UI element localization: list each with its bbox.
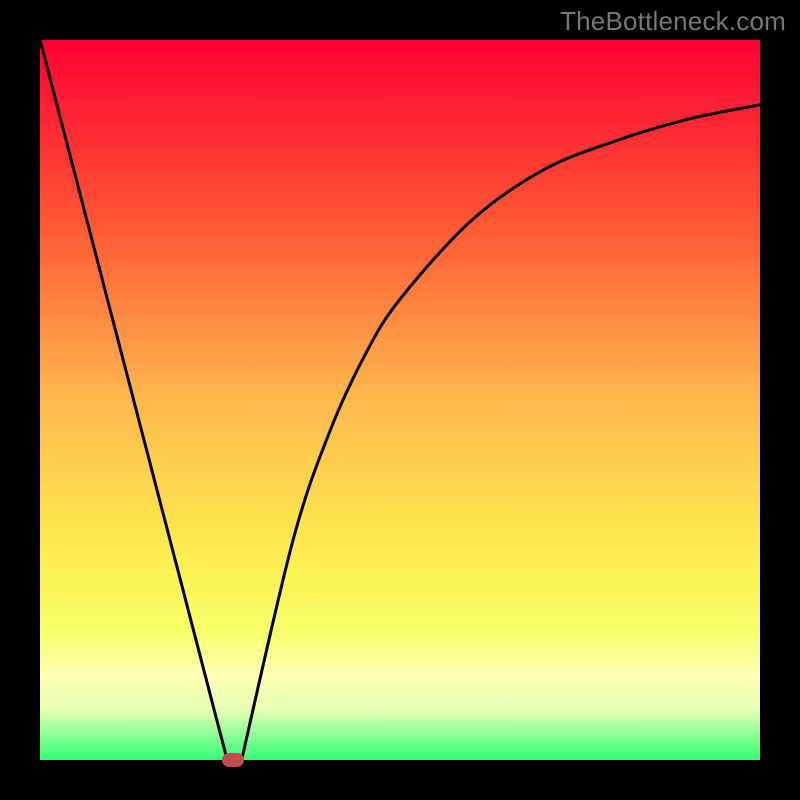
chart-frame: TheBottleneck.com [0,0,800,800]
minimum-marker [222,753,244,767]
curve-svg [40,40,760,760]
curve-left [40,40,227,760]
plot-area [40,40,760,760]
curve-right [242,105,760,760]
watermark-text: TheBottleneck.com [560,6,786,37]
